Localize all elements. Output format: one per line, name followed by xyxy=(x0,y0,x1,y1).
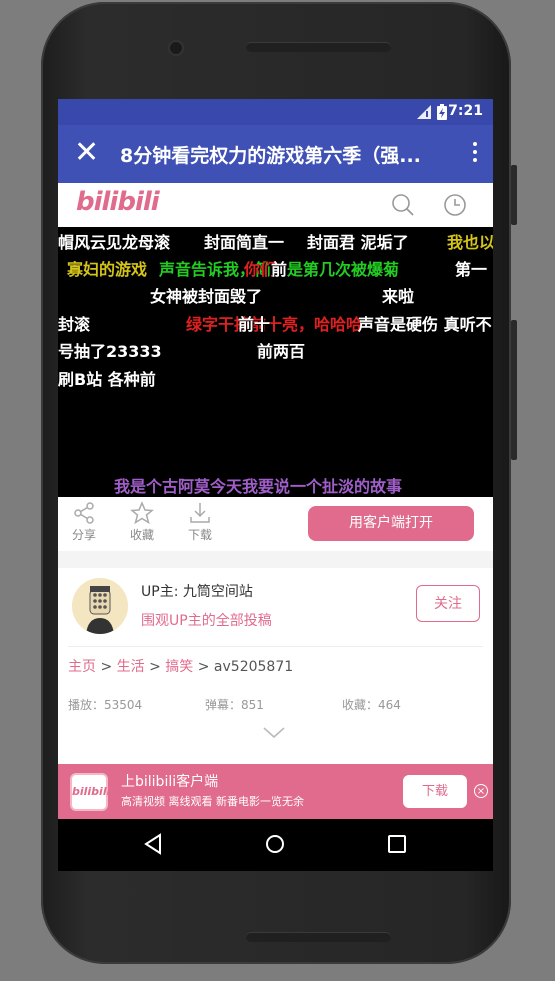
bilibili-app-icon: bilibili xyxy=(70,773,110,811)
promo-subtitle: 高清视频 离线观看 新番电影一览无余 xyxy=(121,795,304,808)
action-bar: 分享 收藏 下载 用客户端打开 xyxy=(58,497,493,549)
favorite-label: 收藏 xyxy=(129,528,154,542)
battery-icon xyxy=(437,104,447,120)
breadcrumb-life[interactable]: 生活 xyxy=(117,659,145,675)
avatar[interactable] xyxy=(72,578,128,634)
close-icon[interactable]: ✕ xyxy=(74,138,99,168)
favorite-button[interactable]: 收藏 xyxy=(122,501,162,543)
bottom-speaker xyxy=(246,932,391,942)
danmaku-comment: 我也以 xyxy=(447,233,493,252)
front-camera xyxy=(170,42,182,54)
danmaku-comment: 帽风云见龙母滚 xyxy=(58,233,171,252)
status-bar: 7:21 xyxy=(58,99,493,125)
divider xyxy=(68,646,483,647)
top-speaker xyxy=(246,42,391,52)
danmaku-comment: 号抽了23333 xyxy=(58,342,162,361)
danmaku-comment: 亮，哈哈哈 xyxy=(282,315,363,334)
danmaku-comment: 是第几次被爆菊 xyxy=(287,260,400,279)
share-label: 分享 xyxy=(71,528,96,542)
app-promo-banner: bilibili 上bilibili客户端 高清视频 离线观看 新番电影一览无余… xyxy=(58,764,493,819)
uploader-card: UP主: 九筒空间站 围观UP主的全部投稿 关注 主页 > 生活 > 搞笑 > … xyxy=(58,568,493,763)
close-icon[interactable]: × xyxy=(474,784,488,798)
follow-button[interactable]: 关注 xyxy=(416,585,480,622)
section-gap xyxy=(58,551,493,568)
back-icon[interactable] xyxy=(143,833,163,855)
share-button[interactable]: 分享 xyxy=(64,501,104,543)
site-header: bilibili xyxy=(58,183,493,228)
danmaku-comment: 封面君 泥垢了 xyxy=(307,233,409,252)
danmaku-comment: 封滚 xyxy=(58,315,91,334)
side-button xyxy=(511,320,517,460)
history-clock-icon[interactable] xyxy=(443,193,467,217)
danmaku-comment: 第一 xyxy=(455,260,488,279)
volume-button xyxy=(511,165,517,225)
danmaku-count: 弹幕：851 xyxy=(205,698,264,712)
download-label: 下载 xyxy=(187,528,212,542)
promo-download-button[interactable]: 下载 xyxy=(403,775,467,808)
danmaku-comment: 女神被封面毁了 xyxy=(150,287,263,306)
share-icon xyxy=(74,502,94,524)
video-player[interactable]: 帽风云见龙母滚 封面简直一 封面君 泥垢了 我也以 寡妇的游戏 声音告诉我，简 … xyxy=(58,227,493,497)
danmaku-comment: 前两百 xyxy=(257,342,306,361)
favorite-count: 收藏：464 xyxy=(342,698,401,712)
danmaku-comment: 来啦 xyxy=(382,287,415,306)
danmaku-comment: 封面简直一 xyxy=(204,233,285,252)
recents-icon[interactable] xyxy=(387,833,407,855)
home-icon[interactable] xyxy=(264,833,286,855)
chevron-down-icon[interactable] xyxy=(262,726,286,740)
open-in-app-button[interactable]: 用客户端打开 xyxy=(308,506,474,541)
app-bar: ✕ 8分钟看完权力的游戏第六季（强... xyxy=(58,125,493,183)
play-count: 播放：53504 xyxy=(68,698,143,712)
uploader-all-posts-link[interactable]: 围观UP主的全部投稿 xyxy=(141,610,272,630)
danmaku-comment: 前十 xyxy=(238,315,271,334)
danmaku-comment: 声音是硬伤 真听不 xyxy=(358,315,492,334)
more-vert-icon[interactable] xyxy=(471,139,479,169)
search-icon[interactable] xyxy=(391,193,415,217)
danmaku-comment: 我是个古阿莫今天我要说一个扯淡的故事 xyxy=(114,477,403,496)
breadcrumb-separator: > xyxy=(193,659,214,675)
promo-title: 上bilibili客户端 xyxy=(121,774,219,790)
danmaku-comment: 寡妇的游戏 xyxy=(67,260,148,279)
page-title: 8分钟看完权力的游戏第六季（强... xyxy=(120,145,421,167)
clock: 7:21 xyxy=(448,103,483,119)
video-av-id: av5205871 xyxy=(213,659,294,675)
breadcrumb-separator: > xyxy=(144,659,166,675)
star-icon xyxy=(130,501,154,525)
download-button[interactable]: 下载 xyxy=(180,501,220,543)
bilibili-logo[interactable]: bilibili xyxy=(76,187,160,217)
danmaku-comment: 前 xyxy=(271,260,288,279)
android-nav-bar xyxy=(58,819,493,871)
breadcrumb: 主页 > 生活 > 搞笑 > av5205871 xyxy=(68,656,293,676)
uploader-name: UP主: 九筒空间站 xyxy=(141,584,253,600)
screen: 7:21 ✕ 8分钟看完权力的游戏第六季（强... bilibili 帽风云见龙… xyxy=(58,99,493,871)
breadcrumb-home[interactable]: 主页 xyxy=(68,659,96,675)
cell-signal-icon xyxy=(417,105,431,119)
danmaku-comment: 刷B站 各种前 xyxy=(58,370,156,389)
download-icon xyxy=(190,503,210,523)
breadcrumb-separator: > xyxy=(96,659,117,675)
breadcrumb-funny[interactable]: 搞笑 xyxy=(165,659,193,675)
avatar-image xyxy=(72,578,128,634)
